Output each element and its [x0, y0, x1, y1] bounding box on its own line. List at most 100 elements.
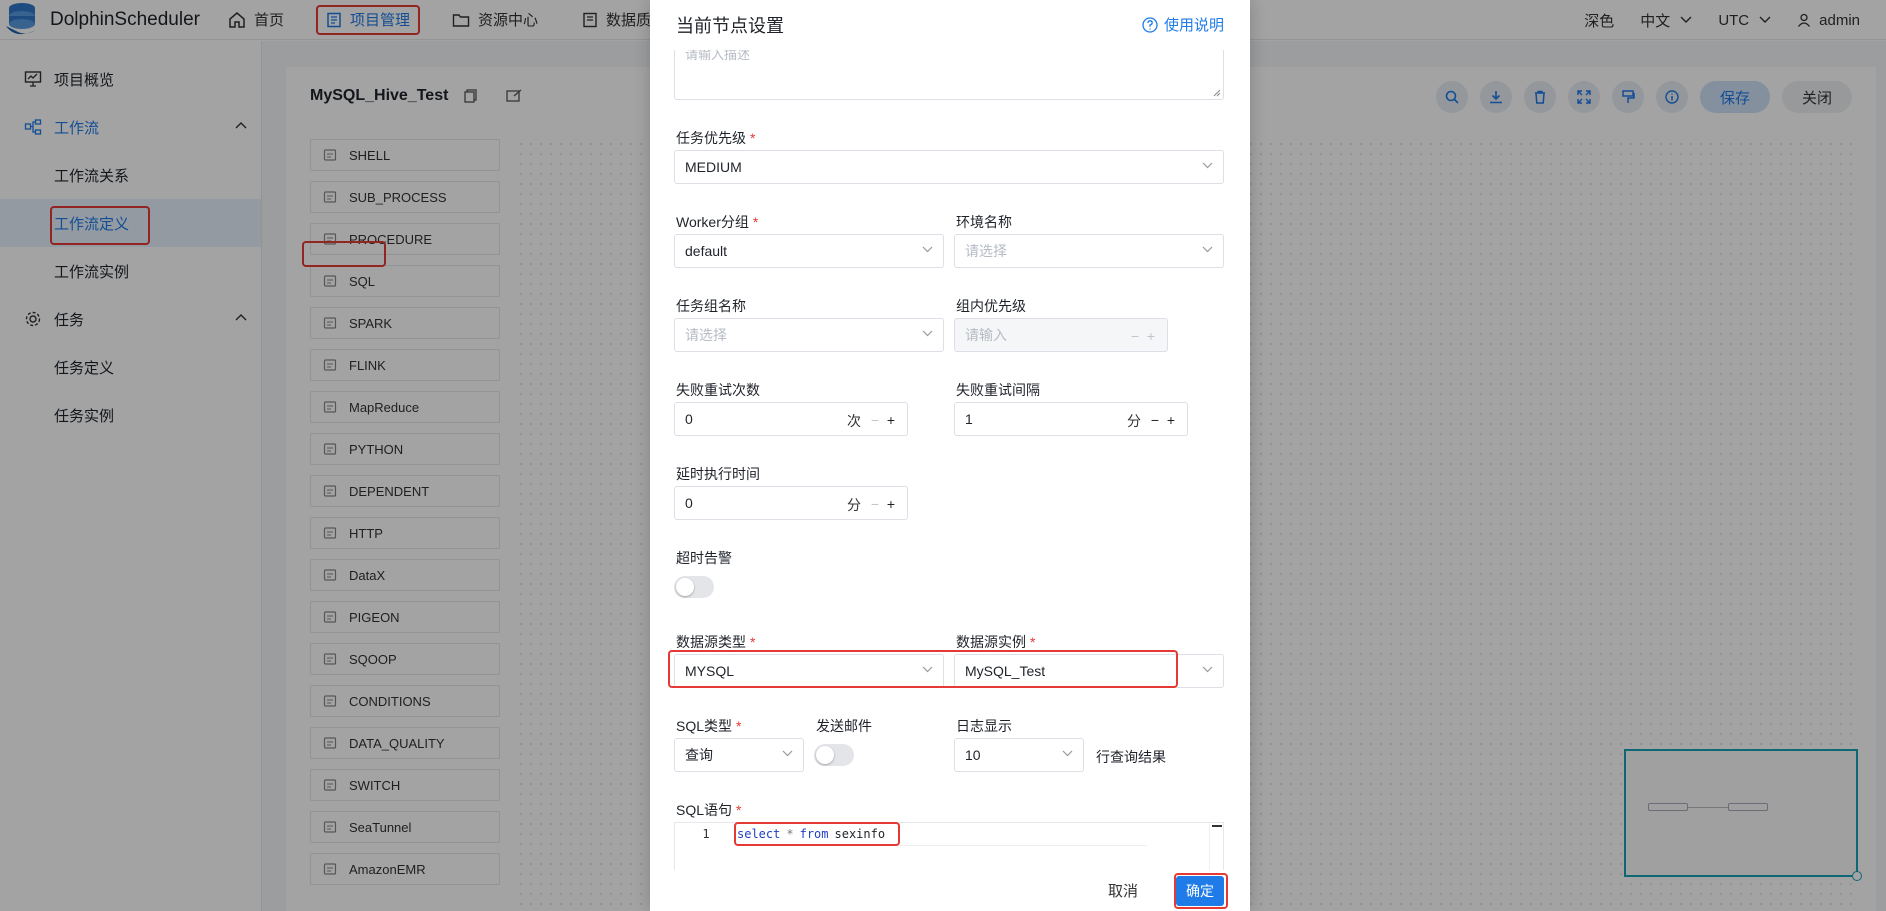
- chevron-down-icon: [922, 330, 933, 337]
- chevron-down-icon: [782, 750, 793, 757]
- sql-star: *: [786, 827, 794, 841]
- plus-icon[interactable]: +: [883, 496, 899, 512]
- datasource-instance-label: 数据源实例 *: [956, 632, 1035, 652]
- editor-scrollbar-thumb[interactable]: [1212, 825, 1222, 827]
- retry-interval-value: 1: [965, 411, 973, 427]
- node-settings-drawer: 当前节点设置 使用说明 请输入描述 任务优先级 * MEDIUM Worker分组…: [650, 0, 1250, 911]
- resize-handle-icon: [1213, 89, 1221, 97]
- worker-group-select[interactable]: default: [674, 234, 944, 268]
- retry-times-input[interactable]: 0 次 − +: [674, 402, 908, 436]
- plus-icon[interactable]: +: [1163, 412, 1179, 428]
- group-priority-label: 组内优先级: [956, 298, 1026, 314]
- stepper: − +: [867, 496, 899, 512]
- timeout-alarm-label: 超时告警: [676, 550, 732, 566]
- help-link[interactable]: 使用说明: [1142, 14, 1224, 35]
- datasource-type-label-text: 数据源类型: [676, 634, 746, 650]
- retry-interval-label: 失败重试间隔: [956, 382, 1040, 398]
- task-group-label: 任务组名称: [676, 298, 746, 314]
- description-textarea[interactable]: 请输入描述: [674, 50, 1224, 100]
- retry-interval-unit: 分: [1127, 413, 1141, 429]
- priority-select[interactable]: MEDIUM: [674, 150, 1224, 184]
- environment-label: 环境名称: [956, 214, 1012, 230]
- priority-label-text: 任务优先级: [676, 130, 746, 146]
- worker-group-label: Worker分组 *: [676, 212, 758, 232]
- required-mark: *: [736, 718, 742, 734]
- environment-placeholder: 请选择: [965, 243, 1007, 259]
- minus-icon[interactable]: −: [867, 496, 883, 512]
- send-email-switch[interactable]: [814, 744, 854, 766]
- sql-keyword-from: from: [799, 827, 829, 841]
- required-mark: *: [752, 214, 759, 230]
- delay-time-label: 延时执行时间: [676, 466, 760, 482]
- datasource-type-select[interactable]: MYSQL: [674, 654, 944, 688]
- drawer-header: 当前节点设置 使用说明: [650, 0, 1250, 50]
- plus-icon[interactable]: +: [883, 412, 899, 428]
- code-line: 1 select * from sexinfo: [675, 823, 1223, 845]
- log-display-value: 10: [965, 747, 981, 763]
- question-circle-icon: [1142, 16, 1158, 33]
- chevron-down-icon: [1202, 162, 1213, 169]
- required-mark: *: [750, 130, 756, 146]
- sql-statement-label-text: SQL语句: [676, 802, 733, 818]
- sql-statement-label: SQL语句 *: [676, 800, 741, 820]
- required-mark: *: [736, 802, 742, 818]
- group-priority-input[interactable]: 请输入 − +: [954, 318, 1168, 352]
- sql-type-label-text: SQL类型: [676, 718, 733, 734]
- task-group-placeholder: 请选择: [685, 327, 727, 343]
- priority-label: 任务优先级 *: [676, 128, 755, 148]
- chevron-down-icon: [1202, 246, 1213, 253]
- required-mark: *: [1030, 634, 1036, 650]
- description-placeholder: 请输入描述: [685, 50, 751, 62]
- timeout-alarm-switch[interactable]: [674, 576, 714, 598]
- priority-value: MEDIUM: [685, 159, 742, 175]
- worker-group-value: default: [685, 243, 728, 259]
- sql-type-value: 查询: [685, 747, 713, 763]
- stepper: − +: [867, 412, 899, 428]
- drawer-title: 当前节点设置: [676, 16, 784, 36]
- stepper: − +: [1127, 328, 1159, 344]
- log-display-select[interactable]: 10: [954, 738, 1084, 772]
- plus-icon[interactable]: +: [1143, 328, 1159, 344]
- delay-time-unit: 分: [847, 497, 861, 513]
- cancel-button[interactable]: 取消: [1108, 880, 1138, 901]
- delay-time-input[interactable]: 0 分 − +: [674, 486, 908, 520]
- worker-group-label-text: Worker分组: [676, 214, 749, 230]
- sql-table-name: sexinfo: [834, 827, 886, 841]
- datasource-instance-select[interactable]: MySQL_Test: [954, 654, 1224, 688]
- stepper: − +: [1147, 412, 1179, 428]
- retry-times-unit: 次: [847, 413, 861, 429]
- sql-type-select[interactable]: 查询: [674, 738, 804, 772]
- log-display-suffix: 行查询结果: [1096, 749, 1166, 765]
- required-mark: *: [750, 634, 756, 650]
- datasource-type-value: MYSQL: [685, 663, 735, 679]
- minus-icon[interactable]: −: [1147, 412, 1163, 428]
- retry-interval-input[interactable]: 1 分 − +: [954, 402, 1188, 436]
- line-number: 1: [702, 827, 710, 841]
- sql-editor[interactable]: 1 select * from sexinfo: [674, 822, 1224, 870]
- help-label: 使用说明: [1163, 17, 1224, 34]
- drawer-body: 请输入描述 任务优先级 * MEDIUM Worker分组 * default 环境…: [650, 50, 1250, 870]
- chevron-down-icon: [922, 246, 933, 253]
- confirm-button[interactable]: 确定: [1176, 876, 1224, 906]
- minus-icon[interactable]: −: [867, 412, 883, 428]
- retry-times-label: 失败重试次数: [676, 382, 760, 398]
- chevron-down-icon: [1202, 666, 1213, 673]
- editor-line-guide: [737, 845, 1147, 846]
- retry-times-value: 0: [685, 411, 693, 427]
- log-display-label: 日志显示: [956, 718, 1012, 734]
- send-email-label: 发送邮件: [816, 718, 872, 734]
- editor-scrollbar[interactable]: [1209, 823, 1223, 870]
- sql-keyword-select: select: [737, 827, 781, 841]
- chevron-down-icon: [922, 666, 933, 673]
- datasource-type-label: 数据源类型 *: [676, 632, 755, 652]
- minus-icon[interactable]: −: [1127, 328, 1143, 344]
- group-priority-placeholder: 请输入: [965, 327, 1007, 343]
- sql-type-label: SQL类型 *: [676, 716, 741, 736]
- datasource-instance-value: MySQL_Test: [965, 663, 1046, 679]
- task-group-select[interactable]: 请选择: [674, 318, 944, 352]
- environment-select[interactable]: 请选择: [954, 234, 1224, 268]
- datasource-instance-label-text: 数据源实例: [956, 634, 1026, 650]
- chevron-down-icon: [1062, 750, 1073, 757]
- drawer-footer: 取消 确定: [650, 870, 1250, 911]
- delay-time-value: 0: [685, 495, 693, 511]
